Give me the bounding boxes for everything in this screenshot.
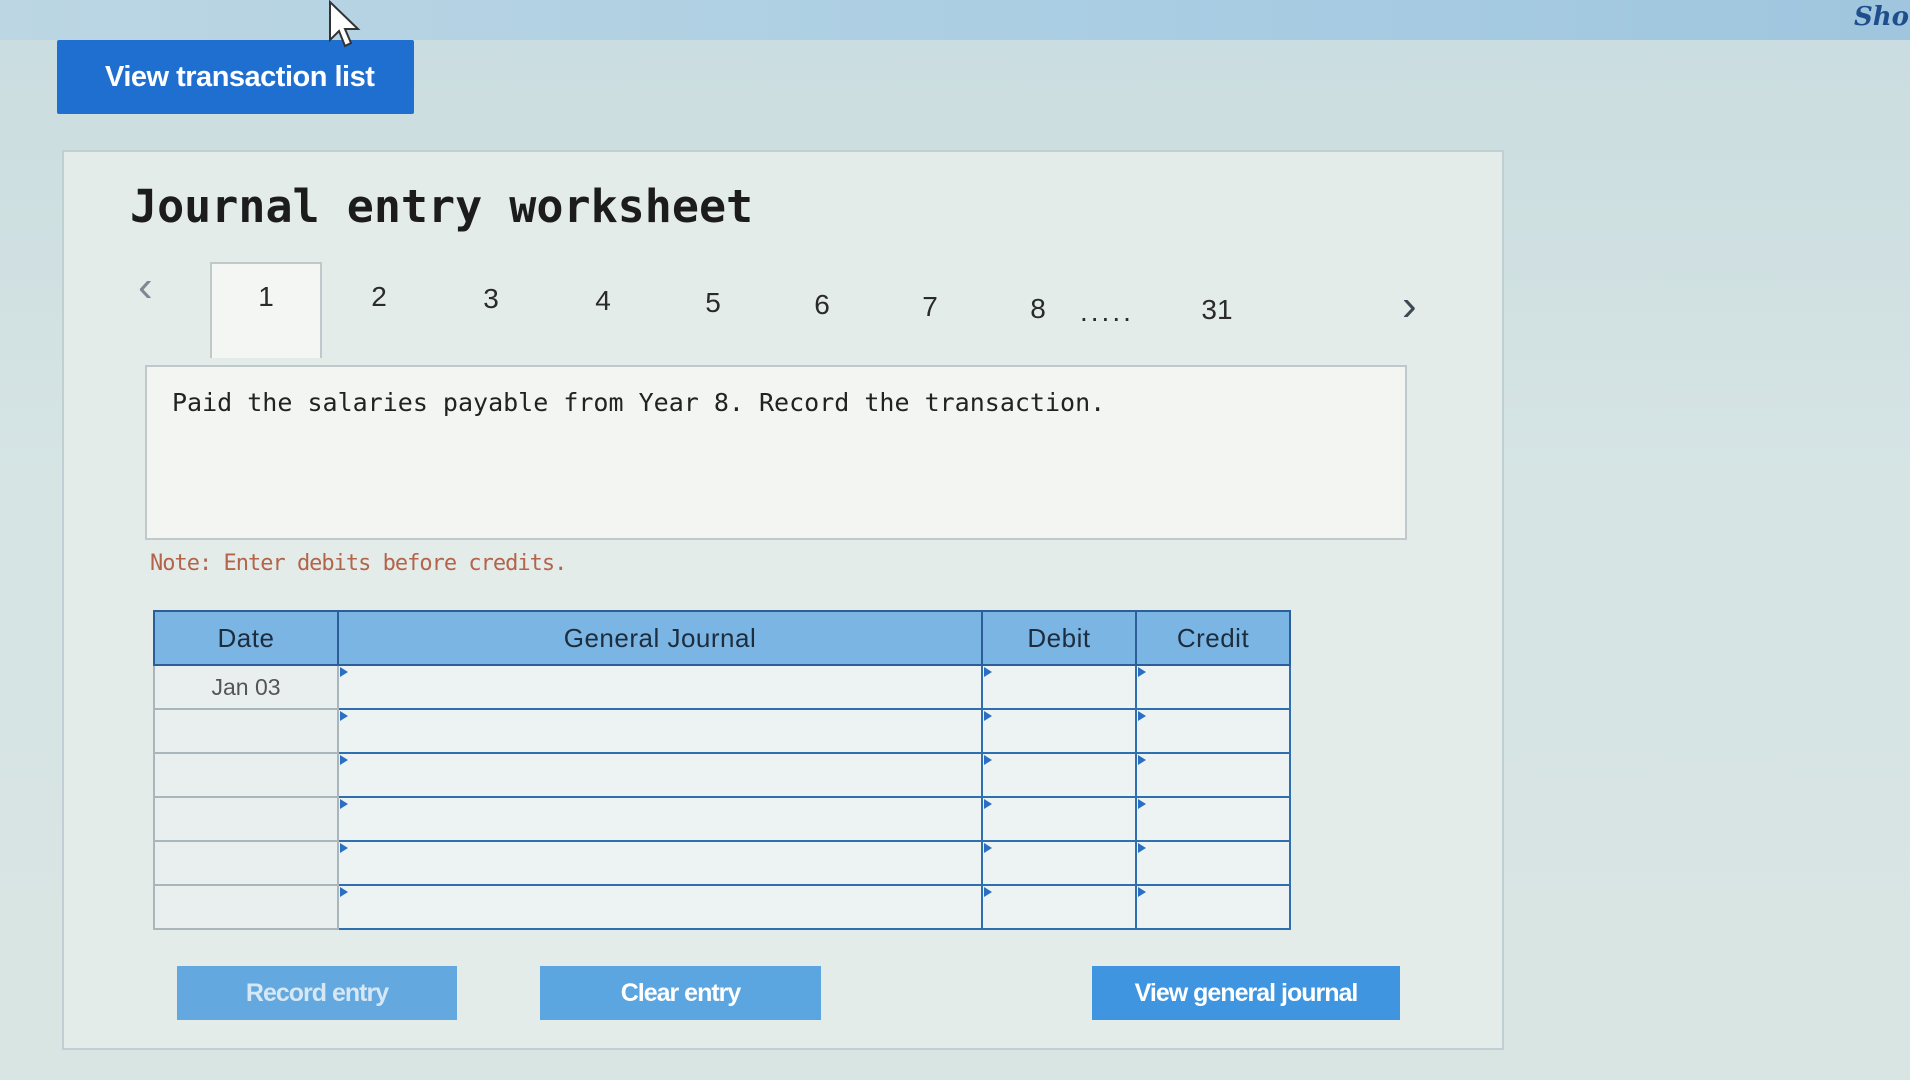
account-input[interactable] xyxy=(337,840,983,886)
debit-input[interactable] xyxy=(981,884,1137,930)
dropdown-marker-icon xyxy=(340,667,348,677)
tab-2[interactable]: 2 xyxy=(349,281,409,313)
tab-8[interactable]: 8 xyxy=(1008,293,1068,325)
dropdown-marker-icon xyxy=(340,843,348,853)
credit-input[interactable] xyxy=(1135,884,1291,930)
credit-input[interactable] xyxy=(1135,840,1291,886)
journal-table: Date General Journal Debit Credit Jan 03 xyxy=(153,610,1291,930)
date-cell[interactable]: Jan 03 xyxy=(153,664,339,710)
dropdown-marker-icon xyxy=(984,755,992,765)
credit-input[interactable] xyxy=(1135,708,1291,754)
column-header-credit: Credit xyxy=(1135,610,1291,666)
dropdown-marker-icon xyxy=(984,711,992,721)
dropdown-marker-icon xyxy=(1138,711,1146,721)
debit-input[interactable] xyxy=(981,708,1137,754)
dropdown-marker-icon xyxy=(340,711,348,721)
tab-6[interactable]: 6 xyxy=(792,289,852,321)
tab-3[interactable]: 3 xyxy=(461,283,521,315)
date-cell[interactable] xyxy=(153,796,339,842)
date-cell[interactable] xyxy=(153,840,339,886)
debit-input[interactable] xyxy=(981,796,1137,842)
table-row xyxy=(153,796,1291,842)
tab-5[interactable]: 5 xyxy=(683,287,743,319)
dropdown-marker-icon xyxy=(1138,887,1146,897)
dropdown-marker-icon xyxy=(1138,755,1146,765)
credit-input[interactable] xyxy=(1135,752,1291,798)
dropdown-marker-icon xyxy=(1138,667,1146,677)
chevron-left-icon[interactable]: ‹ xyxy=(138,265,153,309)
date-cell[interactable] xyxy=(153,884,339,930)
table-row xyxy=(153,840,1291,886)
credit-input[interactable] xyxy=(1135,796,1291,842)
debit-input[interactable] xyxy=(981,752,1137,798)
mouse-pointer-icon xyxy=(329,0,361,48)
account-input[interactable] xyxy=(337,708,983,754)
worksheet-title: Journal entry worksheet xyxy=(130,180,754,233)
dropdown-marker-icon xyxy=(340,887,348,897)
account-input[interactable] xyxy=(337,884,983,930)
debit-input[interactable] xyxy=(981,840,1137,886)
account-input[interactable] xyxy=(337,664,983,710)
top-bar xyxy=(0,0,1910,40)
account-input[interactable] xyxy=(337,752,983,798)
note-text: Note: Enter debits before credits. xyxy=(150,551,567,576)
column-header-date: Date xyxy=(153,610,339,666)
debit-input[interactable] xyxy=(981,664,1137,710)
dropdown-marker-icon xyxy=(984,799,992,809)
tab-7[interactable]: 7 xyxy=(900,291,960,323)
dropdown-marker-icon xyxy=(984,887,992,897)
date-cell[interactable] xyxy=(153,752,339,798)
pager-ellipsis: ..... xyxy=(1080,296,1134,327)
tab-4[interactable]: 4 xyxy=(573,285,633,317)
view-general-journal-button[interactable]: View general journal xyxy=(1092,966,1400,1020)
account-input[interactable] xyxy=(337,796,983,842)
dropdown-marker-icon xyxy=(1138,843,1146,853)
dropdown-marker-icon xyxy=(340,755,348,765)
record-entry-button[interactable]: Record entry xyxy=(177,966,457,1020)
dropdown-marker-icon xyxy=(984,667,992,677)
table-row xyxy=(153,752,1291,798)
chevron-right-icon[interactable]: › xyxy=(1402,284,1417,328)
column-header-debit: Debit xyxy=(981,610,1137,666)
credit-input[interactable] xyxy=(1135,664,1291,710)
transaction-description: Paid the salaries payable from Year 8. R… xyxy=(172,388,1106,417)
dropdown-marker-icon xyxy=(984,843,992,853)
table-row xyxy=(153,884,1291,930)
dropdown-marker-icon xyxy=(1138,799,1146,809)
table-row: Jan 03 xyxy=(153,664,1291,710)
date-cell[interactable] xyxy=(153,708,339,754)
clear-entry-button[interactable]: Clear entry xyxy=(540,966,821,1020)
tab-1[interactable]: 1 xyxy=(236,281,296,313)
column-header-general-journal: General Journal xyxy=(337,610,983,666)
tab-31[interactable]: 31 xyxy=(1187,294,1247,326)
dropdown-marker-icon xyxy=(340,799,348,809)
show-link[interactable]: Show xyxy=(1854,2,1910,32)
table-row xyxy=(153,708,1291,754)
